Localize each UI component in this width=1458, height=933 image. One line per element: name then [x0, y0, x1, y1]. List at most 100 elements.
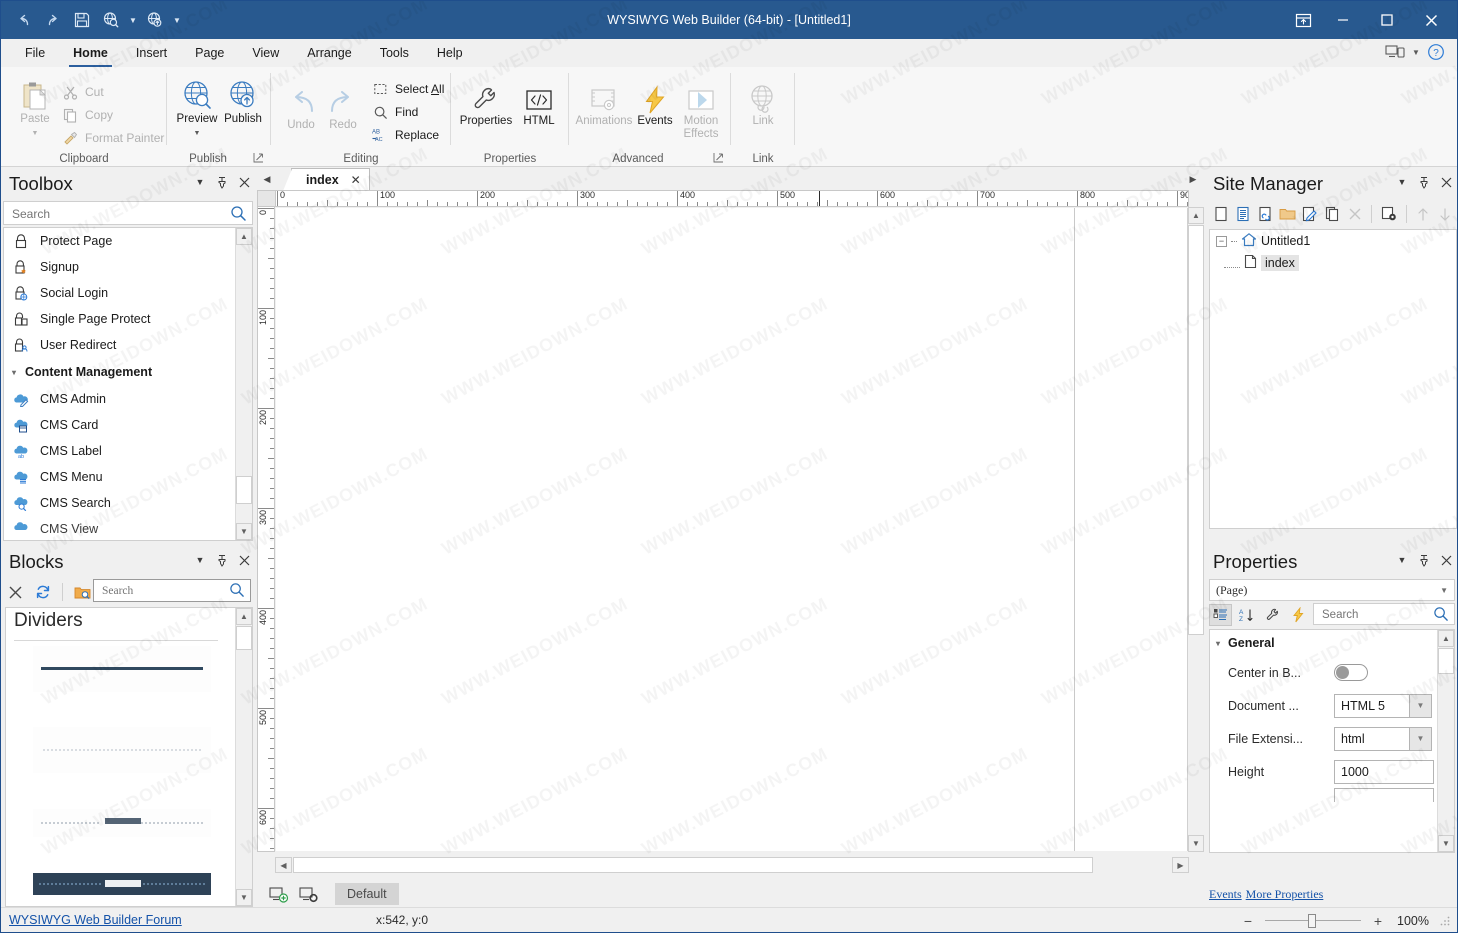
- help-icon[interactable]: ?: [1423, 41, 1449, 63]
- page-canvas[interactable]: [276, 208, 1188, 851]
- block-thumb-divider-dark-band-text[interactable]: [32, 873, 211, 895]
- pin-icon[interactable]: [215, 552, 229, 568]
- toolbox-item-cms-card[interactable]: CMS Card: [4, 412, 252, 438]
- properties-search-input[interactable]: [1320, 606, 1430, 623]
- scroll-up-arrow-icon[interactable]: ▲: [1438, 630, 1454, 647]
- toolbox-item-cms-menu[interactable]: CMS Menu: [4, 464, 252, 490]
- tab-insert[interactable]: Insert: [122, 40, 181, 67]
- redo-button[interactable]: Redo: [321, 85, 365, 132]
- copy-button[interactable]: Copy: [61, 104, 113, 126]
- format-painter-button[interactable]: Format Painter: [61, 127, 164, 149]
- events-link[interactable]: Events: [1209, 887, 1242, 902]
- preview-dropdown-icon[interactable]: ▼: [127, 7, 139, 33]
- breakpoint-default-button[interactable]: Default: [335, 883, 399, 905]
- events-button[interactable]: Events: [633, 81, 677, 128]
- toolbox-item-cms-label[interactable]: ab CMS Label: [4, 438, 252, 464]
- properties-category-general[interactable]: ▾ General: [1210, 630, 1454, 656]
- toolbox-scrollbar[interactable]: ▲ ▼: [235, 228, 252, 540]
- tab-tools[interactable]: Tools: [366, 40, 423, 67]
- blocks-gallery[interactable]: Dividers ▲ ▼: [5, 607, 253, 907]
- add-breakpoint-icon[interactable]: [267, 883, 291, 905]
- new-folder-icon[interactable]: [1278, 203, 1297, 225]
- preview-dropdown-caret-icon[interactable]: ▼: [194, 127, 201, 140]
- tab-scroll-right-icon[interactable]: ▶: [1185, 171, 1201, 187]
- resize-grip-icon[interactable]: [1439, 915, 1451, 927]
- breakpoint-settings-icon[interactable]: [297, 883, 321, 905]
- toolbox-item-cms-admin[interactable]: CMS Admin: [4, 386, 252, 412]
- block-thumb-divider-text-center[interactable]: [32, 809, 211, 837]
- property-row-document-type[interactable]: Document ... HTML 5 ▼: [1210, 689, 1454, 722]
- block-thumb-divider-solid-thick[interactable]: [32, 646, 211, 692]
- close-icon[interactable]: [237, 552, 251, 568]
- scroll-down-arrow-icon[interactable]: ▼: [236, 523, 252, 540]
- link-button[interactable]: Link: [739, 81, 787, 128]
- chevron-down-icon[interactable]: ▼: [1440, 586, 1448, 595]
- chevron-down-icon[interactable]: ▼: [193, 552, 207, 568]
- ribbon-display-options-icon[interactable]: [1285, 5, 1321, 35]
- paste-button[interactable]: Paste ▼: [11, 79, 59, 140]
- blocks-search-box[interactable]: [93, 579, 251, 602]
- tab-page[interactable]: Page: [181, 40, 238, 67]
- pin-icon[interactable]: [1417, 174, 1431, 190]
- tab-file[interactable]: File: [11, 40, 59, 67]
- close-icon[interactable]: [1439, 174, 1453, 190]
- tab-view[interactable]: View: [238, 40, 293, 67]
- tab-help[interactable]: Help: [423, 40, 477, 67]
- forum-link[interactable]: WYSIWYG Web Builder Forum: [9, 908, 182, 932]
- toolbox-item-protect-page[interactable]: Protect Page: [4, 228, 252, 254]
- maximize-button[interactable]: [1365, 5, 1409, 35]
- refresh-icon[interactable]: [31, 581, 55, 603]
- scroll-up-arrow-icon[interactable]: ▲: [236, 608, 252, 625]
- property-row-file-extension[interactable]: File Extensi... html ▼: [1210, 722, 1454, 755]
- duplicate-icon[interactable]: [1323, 203, 1342, 225]
- redo-icon[interactable]: [40, 7, 66, 33]
- property-pages-icon[interactable]: [1261, 604, 1284, 626]
- toolbox-item-cms-search[interactable]: CMS Search: [4, 490, 252, 516]
- html-button[interactable]: HTML: [515, 81, 563, 128]
- toolbox-item-user-redirect[interactable]: User Redirect: [4, 332, 252, 358]
- new-page-icon[interactable]: [1211, 203, 1230, 225]
- rename-icon[interactable]: [1300, 203, 1319, 225]
- paste-dropdown-icon[interactable]: ▼: [32, 127, 39, 140]
- motion-effects-button[interactable]: Motion Effects: [675, 81, 727, 141]
- scrollbar-thumb[interactable]: [236, 476, 252, 504]
- tree-node-root[interactable]: − Untitled1: [1210, 230, 1456, 252]
- pin-icon[interactable]: [215, 174, 229, 190]
- chevron-down-icon[interactable]: ▼: [1395, 174, 1409, 190]
- toolbox-item-social-login[interactable]: Social Login: [4, 280, 252, 306]
- toolbox-list[interactable]: Protect Page Signup Social Login Single …: [3, 227, 253, 541]
- scrollbar-thumb[interactable]: [1438, 648, 1454, 674]
- scrollbar-thumb[interactable]: [1188, 225, 1204, 635]
- preview-icon[interactable]: [98, 7, 124, 33]
- scroll-up-arrow-icon[interactable]: ▲: [236, 228, 252, 245]
- responsive-view-icon[interactable]: [1383, 41, 1409, 63]
- customize-qat-icon[interactable]: ▼: [171, 7, 183, 33]
- toolbox-item-single-page-protect[interactable]: Single Page Protect: [4, 306, 252, 332]
- collapse-triangle-icon[interactable]: ▾: [12, 368, 16, 377]
- scrollbar-thumb[interactable]: [236, 626, 252, 650]
- chevron-down-icon[interactable]: ▼: [1411, 41, 1421, 63]
- scroll-down-arrow-icon[interactable]: ▼: [1438, 835, 1454, 852]
- toolbox-search-input[interactable]: [10, 204, 220, 223]
- collapse-triangle-icon[interactable]: ▾: [1216, 639, 1220, 648]
- center-in-browser-toggle[interactable]: [1334, 664, 1368, 681]
- preview-button[interactable]: Preview ▼: [173, 79, 221, 140]
- search-icon[interactable]: [229, 582, 245, 601]
- find-button[interactable]: Find: [371, 101, 418, 123]
- chevron-down-icon[interactable]: ▼: [1395, 552, 1409, 568]
- settings-icon[interactable]: [1379, 203, 1398, 225]
- undo-icon[interactable]: [11, 7, 37, 33]
- alphabetical-sort-icon[interactable]: AZ: [1235, 604, 1258, 626]
- document-tab-index[interactable]: index ✕: [283, 168, 370, 191]
- replace-button[interactable]: AB AC Replace: [371, 124, 439, 146]
- new-link-icon[interactable]: [1256, 203, 1275, 225]
- publish-dialog-launcher-icon[interactable]: [253, 152, 265, 164]
- toolbox-group-content-management[interactable]: ▾ Content Management: [4, 358, 252, 386]
- toolbox-item-cms-view[interactable]: CMS View: [4, 516, 252, 540]
- categorized-view-icon[interactable]: [1209, 604, 1232, 626]
- tree-node-index[interactable]: index: [1210, 252, 1456, 274]
- zoom-in-button[interactable]: +: [1371, 911, 1385, 931]
- close-icon[interactable]: ✕: [351, 173, 361, 187]
- property-row-partial[interactable]: [1210, 788, 1454, 802]
- properties-grid[interactable]: ▾ General Center in B... Document ... HT…: [1209, 629, 1455, 853]
